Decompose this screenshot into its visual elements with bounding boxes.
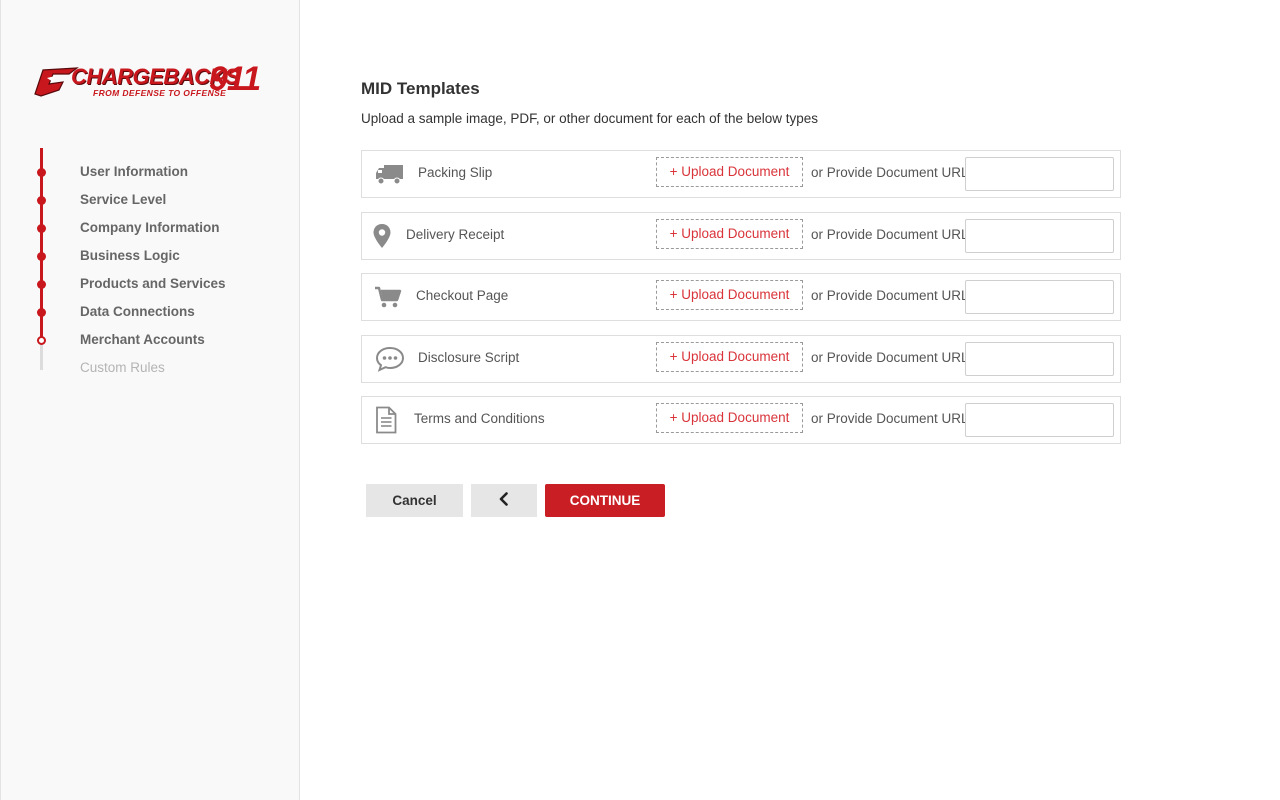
provide-url-label: or Provide Document URL	[811, 165, 969, 180]
upload-document-button[interactable]: + Upload Document	[656, 403, 803, 433]
template-label: Delivery Receipt	[406, 227, 505, 242]
template-label: Packing Slip	[418, 165, 493, 180]
template-row-packing-slip: Packing Slip + Upload Document or Provid…	[361, 150, 1121, 198]
step-dot	[37, 224, 46, 233]
step-service-level[interactable]: Service Level	[80, 192, 166, 208]
cancel-button[interactable]: Cancel	[366, 484, 463, 517]
upload-document-button[interactable]: + Upload Document	[656, 342, 803, 372]
step-dot	[37, 252, 46, 261]
document-icon	[370, 406, 402, 434]
template-row-terms-and-conditions: Terms and Conditions + Upload Document o…	[361, 396, 1121, 444]
page-subtitle: Upload a sample image, PDF, or other doc…	[361, 111, 818, 126]
shopping-cart-icon	[372, 284, 404, 310]
step-user-information[interactable]: User Information	[80, 164, 188, 180]
provide-url-label: or Provide Document URL	[811, 350, 969, 365]
page-title: MID Templates	[361, 79, 480, 98]
template-label: Checkout Page	[416, 288, 509, 303]
continue-button[interactable]: CONTINUE	[545, 484, 665, 517]
chevron-left-icon	[498, 492, 510, 509]
sidebar: CHARGEBACKS 911 FROM DEFENSE TO OFFENSE …	[0, 0, 300, 800]
brand-logo: CHARGEBACKS 911 FROM DEFENSE TO OFFENSE	[33, 60, 269, 100]
step-dot	[37, 168, 46, 177]
speech-bubble-icon	[374, 346, 406, 372]
template-row-disclosure-script: Disclosure Script + Upload Document or P…	[361, 335, 1121, 383]
provide-url-label: or Provide Document URL	[811, 411, 969, 426]
step-company-information[interactable]: Company Information	[80, 220, 220, 236]
template-row-checkout-page: Checkout Page + Upload Document or Provi…	[361, 273, 1121, 321]
template-label: Disclosure Script	[418, 350, 520, 365]
step-merchant-accounts[interactable]: Merchant Accounts	[80, 332, 205, 348]
template-label: Terms and Conditions	[414, 411, 545, 426]
provide-url-label: or Provide Document URL	[811, 227, 969, 242]
brand-tagline: FROM DEFENSE TO OFFENSE	[93, 88, 227, 98]
upload-document-button[interactable]: + Upload Document	[656, 219, 803, 249]
step-data-connections[interactable]: Data Connections	[80, 304, 195, 320]
document-url-input[interactable]	[965, 219, 1114, 253]
step-business-logic[interactable]: Business Logic	[80, 248, 180, 264]
document-url-input[interactable]	[965, 403, 1114, 437]
template-row-delivery-receipt: Delivery Receipt + Upload Document or Pr…	[361, 212, 1121, 260]
step-dot	[37, 196, 46, 205]
step-dot	[37, 308, 46, 317]
back-button[interactable]	[471, 484, 537, 517]
document-url-input[interactable]	[965, 342, 1114, 376]
document-url-input[interactable]	[965, 157, 1114, 191]
step-dot	[37, 280, 46, 289]
upload-document-button[interactable]: + Upload Document	[656, 280, 803, 310]
step-products-and-services[interactable]: Products and Services	[80, 276, 226, 292]
map-pin-icon	[366, 223, 398, 249]
provide-url-label: or Provide Document URL	[811, 288, 969, 303]
progress-track-remaining	[40, 344, 43, 370]
step-dot-current	[37, 336, 46, 345]
step-custom-rules: Custom Rules	[80, 360, 165, 375]
document-url-input[interactable]	[965, 280, 1114, 314]
upload-document-button[interactable]: + Upload Document	[656, 157, 803, 187]
truck-icon	[374, 161, 406, 187]
